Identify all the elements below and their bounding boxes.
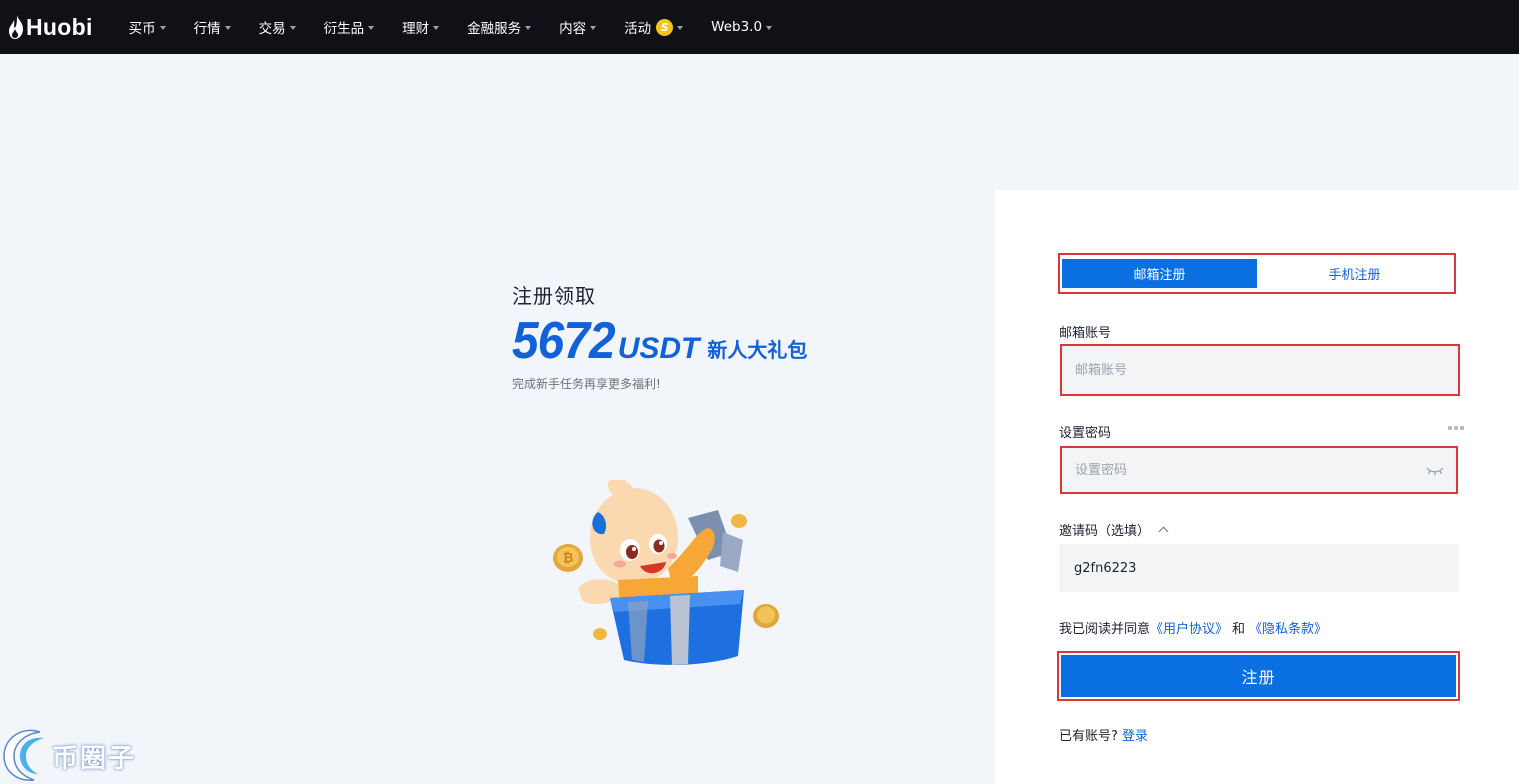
password-field-wrapper — [1060, 446, 1458, 494]
submit-highlight: 注册 — [1057, 651, 1460, 701]
caret-down-icon — [289, 25, 296, 30]
caret-down-icon — [159, 25, 166, 30]
promo-subtitle: 完成新手任务再享更多福利! — [512, 377, 661, 391]
activity-coin-badge: S — [656, 18, 674, 36]
svg-text:₿: ₿ — [563, 551, 574, 566]
agreement-text: 我已阅读并同意《用户协议》和《隐私条款》 — [1059, 618, 1327, 637]
eye-closed-icon[interactable] — [1426, 466, 1444, 476]
invite-code-input[interactable] — [1074, 560, 1434, 576]
nav-item-content[interactable]: 内容 — [559, 17, 597, 37]
nav-item-buy-crypto[interactable]: 买币 — [129, 17, 166, 37]
invite-label: 邀请码（选填） — [1059, 524, 1151, 539]
tab-email-register[interactable]: 邮箱注册 — [1062, 259, 1257, 288]
more-dots-icon — [1448, 426, 1464, 430]
login-link[interactable]: 登录 — [1122, 729, 1148, 744]
nav-label: 衍生品 — [323, 21, 365, 37]
have-account-text: 已有账号? — [1059, 729, 1118, 744]
password-input[interactable] — [1075, 462, 1405, 478]
register-button[interactable]: 注册 — [1061, 655, 1456, 697]
coin-icon — [731, 514, 747, 528]
tab-phone-register[interactable]: 手机注册 — [1257, 259, 1452, 288]
privacy-policy-link[interactable]: 《隐私条款》 — [1249, 622, 1327, 637]
nav-label: 活动 — [624, 21, 652, 37]
watermark-logo-icon — [3, 729, 44, 781]
email-field-wrapper — [1060, 344, 1460, 396]
bitcoin-coin-icon: ₿ — [553, 544, 583, 572]
nav-label: 金融服务 — [467, 21, 522, 37]
nav-item-markets[interactable]: 行情 — [194, 17, 231, 37]
promo-gift: 新人大礼包 — [707, 338, 808, 362]
huobi-logo[interactable]: Huobi — [8, 0, 93, 54]
coin-icon — [593, 628, 607, 640]
nav-item-trade[interactable]: 交易 — [259, 17, 296, 37]
watermark-text: 币圈子 — [52, 744, 137, 774]
password-label: 设置密码 — [1059, 426, 1112, 441]
brand-name: Huobi — [26, 13, 93, 40]
caret-down-icon — [766, 25, 773, 30]
promo-amount-row: 5672 USDT 新人大礼包 — [512, 315, 842, 367]
promo-amount: 5672 — [512, 312, 616, 370]
register-method-tabs: 邮箱注册 手机注册 — [1058, 253, 1456, 294]
agree-and: 和 — [1232, 622, 1246, 637]
invite-field-wrapper — [1059, 544, 1459, 592]
chevron-up-icon — [1158, 526, 1169, 537]
nav-item-derivatives[interactable]: 衍生品 — [324, 17, 375, 37]
caret-down-icon — [368, 25, 375, 30]
coin-icon — [753, 604, 779, 628]
nav-label: 理财 — [402, 21, 430, 37]
nav-label: 内容 — [559, 21, 587, 37]
nav-item-earn[interactable]: 理财 — [402, 17, 440, 37]
register-panel: 邮箱注册 手机注册 邮箱账号 设置密码 邀请码（选填） 我已阅读并同意《用户协议… — [995, 190, 1519, 784]
nav-label: Web3.0 — [711, 19, 763, 35]
caret-down-icon — [525, 25, 532, 30]
promo-unit: USDT — [617, 332, 700, 365]
nav-label: 交易 — [258, 21, 286, 37]
email-input[interactable] — [1075, 362, 1405, 378]
nav-label: 行情 — [193, 21, 221, 37]
email-label: 邮箱账号 — [1059, 326, 1112, 341]
nav-label: 买币 — [128, 21, 156, 37]
nav-item-web3[interactable]: Web3.0 — [711, 19, 773, 35]
nav-item-financial-services[interactable]: 金融服务 — [467, 17, 532, 37]
main-nav: 买币 行情 交易 衍生品 理财 金融服务 内容 活动 S Web3.0 — [129, 0, 800, 54]
login-prompt: 已有账号? 登录 — [1059, 725, 1148, 744]
signup-promo: 注册领取 5672 USDT 新人大礼包 完成新手任务再享更多福利! — [512, 280, 842, 392]
caret-down-icon — [433, 25, 440, 30]
nav-item-activities[interactable]: 活动 S — [624, 17, 684, 37]
flame-icon — [9, 15, 23, 39]
caret-down-icon — [224, 25, 231, 30]
top-navigation-bar: Huobi 买币 行情 交易 衍生品 理财 金融服务 内容 活动 S Web3.0 — [0, 0, 1519, 54]
mascot-gift-box-illustration: ₿ — [553, 480, 779, 665]
user-agreement-link[interactable]: 《用户协议》 — [1150, 622, 1228, 637]
watermark: 币圈子 — [0, 724, 160, 784]
invite-code-toggle[interactable]: 邀请码（选填） — [1059, 520, 1169, 539]
promo-title: 注册领取 — [512, 284, 596, 308]
caret-down-icon — [677, 25, 684, 30]
caret-down-icon — [590, 25, 597, 30]
agree-prefix: 我已阅读并同意 — [1059, 622, 1151, 637]
